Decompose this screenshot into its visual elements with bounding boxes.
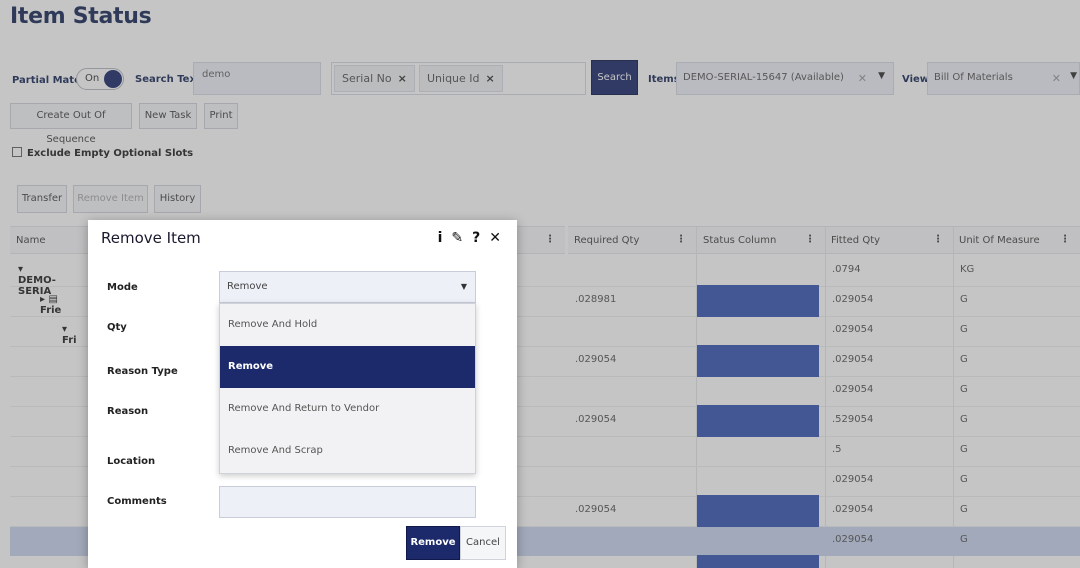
mode-value: Remove <box>227 281 268 292</box>
edit-icon[interactable]: ✎ <box>451 230 463 246</box>
mode-select[interactable]: Remove ▼ <box>219 271 476 303</box>
option-remove-and-return[interactable]: Remove And Return to Vendor <box>220 388 475 430</box>
mode-label: Mode <box>107 282 138 293</box>
qty-label: Qty <box>107 322 127 333</box>
help-icon[interactable]: ? <box>472 230 480 246</box>
close-icon[interactable]: ✕ <box>489 230 501 246</box>
option-remove-and-hold[interactable]: Remove And Hold <box>220 304 475 346</box>
comments-field[interactable] <box>219 486 476 518</box>
option-remove[interactable]: Remove <box>220 346 475 388</box>
reason-label: Reason <box>107 406 149 417</box>
location-label: Location <box>107 456 156 467</box>
mode-dropdown: Remove And Hold Remove Remove And Return… <box>219 303 476 474</box>
dialog-title: Remove Item <box>101 229 201 247</box>
option-remove-and-scrap[interactable]: Remove And Scrap <box>220 430 475 472</box>
remove-item-dialog: Remove Item i ✎? ✕ Mode Qty Reason Type Re… <box>88 220 517 568</box>
comments-label: Comments <box>107 496 167 507</box>
chevron-down-icon[interactable]: ▼ <box>461 282 467 291</box>
reason-type-label: Reason Type <box>107 366 178 377</box>
dialog-icons: i ✎? ✕ <box>429 230 501 246</box>
remove-button[interactable]: Remove <box>406 526 460 560</box>
info-icon[interactable]: i <box>438 230 443 246</box>
page: Item Status Partial Match On Search Text… <box>0 0 1080 568</box>
cancel-button[interactable]: Cancel <box>460 526 506 560</box>
